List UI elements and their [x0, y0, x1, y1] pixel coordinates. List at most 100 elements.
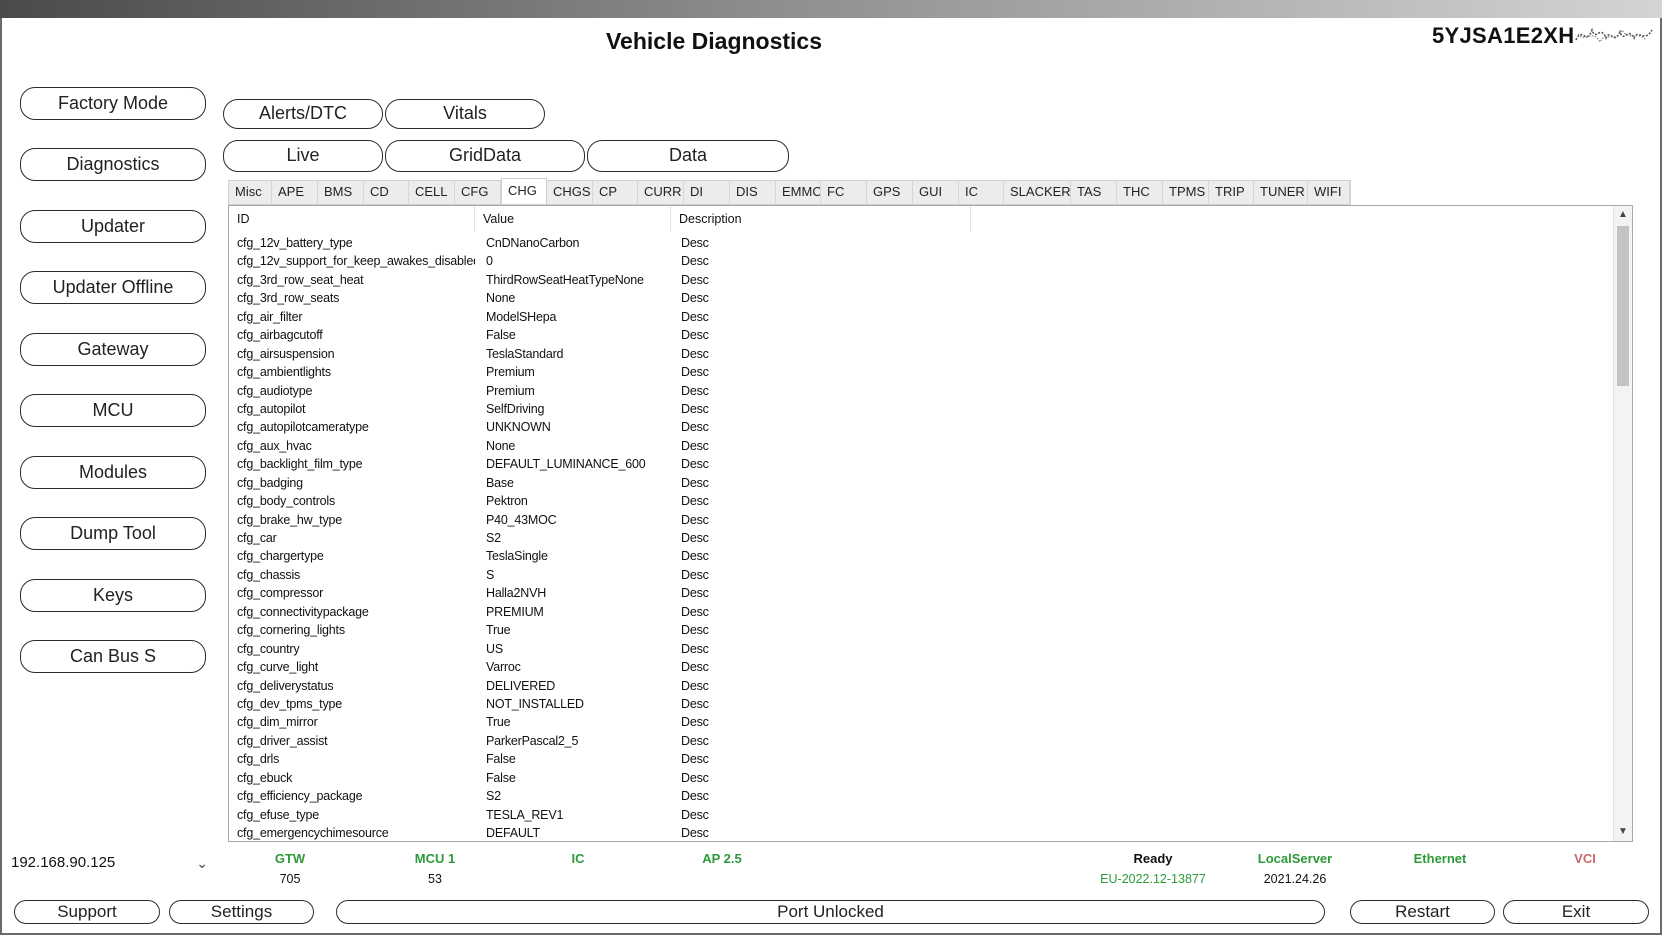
subtab-chg[interactable]: CHG [501, 178, 547, 204]
subtab-gps[interactable]: GPS [867, 181, 913, 204]
table-row[interactable]: cfg_aux_hvac None Desc [229, 437, 1614, 455]
subtab-slacker[interactable]: SLACKER [1004, 181, 1071, 204]
table-row[interactable]: cfg_12v_battery_type CnDNanoCarbon Desc [229, 234, 1614, 252]
support-button[interactable]: Support [14, 900, 160, 924]
subtab-curr[interactable]: CURR [638, 181, 684, 204]
table-row[interactable]: cfg_body_controls Pektron Desc [229, 492, 1614, 510]
cell-id: cfg_efficiency_package [237, 789, 363, 804]
tab-vitals[interactable]: Vitals [385, 99, 545, 129]
port-status-button[interactable]: Port Unlocked [336, 900, 1325, 924]
subtab-ape[interactable]: APE [272, 181, 318, 204]
table-row[interactable]: cfg_chargertype TeslaSingle Desc [229, 547, 1614, 565]
cell-id: cfg_country [237, 641, 300, 656]
grid-scrollbar[interactable]: ▲ ▼ [1613, 206, 1632, 841]
sidebar-item-factory-mode[interactable]: Factory Mode [20, 87, 206, 120]
subtab-bms[interactable]: BMS [318, 181, 364, 204]
table-row[interactable]: cfg_curve_light Varroc Desc [229, 658, 1614, 676]
subtab-di[interactable]: DI [684, 181, 730, 204]
column-header-id[interactable]: ID [229, 206, 475, 232]
table-row[interactable]: cfg_12v_support_for_keep_awakes_disabled… [229, 252, 1614, 270]
table-row[interactable]: cfg_dim_mirror True Desc [229, 713, 1614, 731]
tab-griddata[interactable]: GridData [385, 140, 585, 172]
subtab-tuner[interactable]: TUNER [1254, 181, 1308, 204]
subtab-tpms[interactable]: TPMS [1163, 181, 1209, 204]
cell-description: Desc [681, 641, 709, 656]
chevron-down-icon[interactable]: ⌄ [196, 850, 208, 876]
cell-id: cfg_airbagcutoff [237, 328, 323, 343]
cell-id: cfg_deliverystatus [237, 678, 334, 693]
table-row[interactable]: cfg_badging Base Desc [229, 474, 1614, 492]
subtab-thc[interactable]: THC [1117, 181, 1163, 204]
table-row[interactable]: cfg_brake_hw_type P40_43MOC Desc [229, 511, 1614, 529]
sidebar-item-keys[interactable]: Keys [20, 579, 206, 612]
scroll-down-icon[interactable]: ▼ [1614, 823, 1632, 841]
column-header-description[interactable]: Description [671, 206, 971, 232]
table-row[interactable]: cfg_airsuspension TeslaStandard Desc [229, 345, 1614, 363]
sidebar-item-can-bus-s[interactable]: Can Bus S [20, 640, 206, 673]
table-row[interactable]: cfg_air_filter ModelSHepa Desc [229, 308, 1614, 326]
restart-button[interactable]: Restart [1350, 900, 1495, 924]
table-row[interactable]: cfg_ambientlights Premium Desc [229, 363, 1614, 381]
table-row[interactable]: cfg_efficiency_package S2 Desc [229, 787, 1614, 805]
table-row[interactable]: cfg_autopilotcameratype UNKNOWN Desc [229, 418, 1614, 436]
table-row[interactable]: cfg_backlight_film_type DEFAULT_LUMINANCE… [229, 455, 1614, 473]
table-row[interactable]: cfg_deliverystatus DELIVERED Desc [229, 677, 1614, 695]
subtab-wifi[interactable]: WIFI [1308, 181, 1350, 204]
ip-address-select[interactable]: 192.168.90.125 ⌄ [8, 850, 218, 876]
table-row[interactable]: cfg_driver_assist ParkerPascal2_5 Desc [229, 732, 1614, 750]
table-row[interactable]: cfg_ebuck False Desc [229, 769, 1614, 787]
subtab-cd[interactable]: CD [364, 181, 409, 204]
table-row[interactable]: cfg_dev_tpms_type NOT_INSTALLED Desc [229, 695, 1614, 713]
subtab-dis[interactable]: DIS [730, 181, 776, 204]
sidebar-item-updater-offline[interactable]: Updater Offline [20, 271, 206, 304]
subtab-misc[interactable]: Misc [229, 181, 272, 204]
column-header-value[interactable]: Value [475, 206, 671, 232]
table-row[interactable]: cfg_airbagcutoff False Desc [229, 326, 1614, 344]
subtab-cell[interactable]: CELL [409, 181, 455, 204]
table-row[interactable]: cfg_audiotype Premium Desc [229, 382, 1614, 400]
subtab-tas[interactable]: TAS [1071, 181, 1117, 204]
sidebar-item-mcu[interactable]: MCU [20, 394, 206, 427]
table-row[interactable]: cfg_country US Desc [229, 640, 1614, 658]
cell-description: Desc [681, 807, 709, 822]
cell-value: P40_43MOC [486, 512, 557, 527]
table-row[interactable]: cfg_autopilot SelfDriving Desc [229, 400, 1614, 418]
settings-button[interactable]: Settings [169, 900, 314, 924]
exit-button[interactable]: Exit [1503, 900, 1649, 924]
tab-data[interactable]: Data [587, 140, 789, 172]
cell-value: CnDNanoCarbon [486, 236, 580, 250]
table-row[interactable]: cfg_cornering_lights True Desc [229, 621, 1614, 639]
table-row[interactable]: cfg_3rd_row_seats None Desc [229, 289, 1614, 307]
tab-alerts-dtc[interactable]: Alerts/DTC [223, 99, 383, 129]
table-row[interactable]: cfg_compressor Halla2NVH Desc [229, 584, 1614, 602]
subtab-cp[interactable]: CP [593, 181, 638, 204]
subtab-ic[interactable]: IC [959, 181, 1004, 204]
cell-description: Desc [681, 715, 709, 730]
sidebar-item-gateway[interactable]: Gateway [20, 333, 206, 366]
cell-id: cfg_compressor [237, 586, 324, 601]
subtab-cfg[interactable]: CFG [455, 181, 501, 204]
cell-description: Desc [681, 346, 709, 361]
table-row[interactable]: cfg_3rd_row_seat_heat ThirdRowSeatHeatTyp… [229, 271, 1614, 289]
table-row[interactable]: cfg_chassis S Desc [229, 566, 1614, 584]
cell-id: cfg_brake_hw_type [237, 512, 343, 527]
subtab-chgs[interactable]: CHGS [547, 181, 593, 204]
sidebar-item-dump-tool[interactable]: Dump Tool [20, 517, 206, 550]
scroll-thumb[interactable] [1617, 226, 1629, 386]
cell-value: TESLA_REV1 [486, 807, 564, 822]
subtab-fc[interactable]: FC [821, 181, 867, 204]
table-row[interactable]: cfg_connectivitypackage PREMIUM Desc [229, 603, 1614, 621]
sidebar-item-modules[interactable]: Modules [20, 456, 206, 489]
subtab-gui[interactable]: GUI [913, 181, 959, 204]
table-row[interactable]: cfg_drls False Desc [229, 750, 1614, 768]
scroll-up-icon[interactable]: ▲ [1614, 206, 1632, 224]
subtab-emmc[interactable]: EMMC [776, 181, 821, 204]
subtab-trip[interactable]: TRIP [1209, 181, 1254, 204]
table-row[interactable]: cfg_car S2 Desc [229, 529, 1614, 547]
sidebar-item-updater[interactable]: Updater [20, 210, 206, 243]
sidebar-item-diagnostics[interactable]: Diagnostics [20, 148, 206, 181]
table-row[interactable]: cfg_efuse_type TESLA_REV1 Desc [229, 806, 1614, 824]
tab-live[interactable]: Live [223, 140, 383, 172]
table-row[interactable]: cfg_emergencychimesource DEFAULT Desc [229, 824, 1614, 841]
cell-description: Desc [681, 383, 709, 398]
